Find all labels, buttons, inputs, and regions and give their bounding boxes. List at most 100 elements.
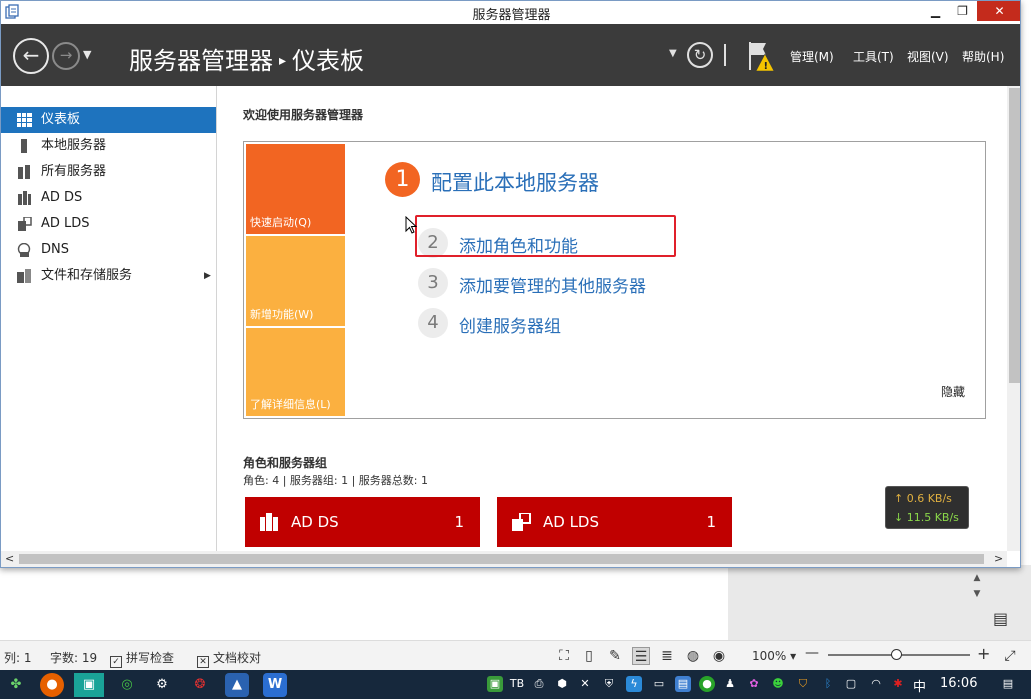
tray-tb-icon[interactable]: TB — [509, 676, 525, 692]
hide-link[interactable]: 隐藏 — [941, 383, 965, 400]
tray-window-icon[interactable]: ▢ — [843, 676, 859, 692]
sidebar-item-ad-lds[interactable]: AD LDS — [1, 211, 216, 237]
reading-mode-icon[interactable]: ▯ — [580, 647, 598, 665]
ime-indicator[interactable]: 中 — [913, 676, 926, 695]
firefox-icon[interactable]: ● — [40, 673, 64, 697]
web-view-icon[interactable]: ◍ — [684, 647, 702, 665]
tray-box-icon[interactable]: ⬢ — [554, 676, 570, 692]
ad-ds-icon — [260, 513, 278, 531]
zoom-value: 100% — [752, 649, 787, 663]
tile-learn-more[interactable]: 了解详细信息(L) — [246, 328, 345, 416]
wechat-icon[interactable]: ☻ — [770, 676, 786, 692]
step-4-badge: 4 — [418, 308, 448, 338]
refresh-icon[interactable]: ↻ — [687, 42, 713, 68]
fullscreen-icon[interactable]: ⛶ — [555, 647, 573, 665]
sidebar-item-file-storage[interactable]: 文件和存储服务 ▶ — [1, 263, 216, 289]
spell-check-button[interactable]: ✓ 拼写检查 — [110, 649, 174, 668]
back-button[interactable]: ← — [13, 38, 49, 74]
minimize-button[interactable]: ▁ — [922, 1, 949, 21]
tray-green-icon[interactable]: ● — [699, 676, 715, 692]
maximize-button[interactable]: ❐ — [949, 1, 976, 21]
settings-icon[interactable]: ⚙ — [150, 673, 174, 697]
notification-icon[interactable]: ▤ — [1000, 676, 1016, 692]
colorful-icon[interactable]: ✿ — [746, 676, 762, 692]
page-view-icon[interactable]: ☰ — [632, 647, 650, 665]
shield-icon[interactable]: ⛨ — [601, 676, 617, 692]
tray-blue-icon[interactable]: ▤ — [675, 676, 691, 692]
title-bar[interactable]: 服务器管理器 ▁ ❐ ✕ — [1, 1, 1020, 24]
word-document-area: ▲ ▼ ▤ — [0, 565, 1031, 640]
horizontal-scrollbar[interactable]: < > — [1, 551, 1007, 567]
zoom-in-button[interactable]: + — [977, 644, 990, 663]
scroll-right-icon[interactable]: > — [994, 552, 1003, 565]
image-viewer-icon[interactable]: ▲ — [225, 673, 249, 697]
close-button[interactable]: ✕ — [977, 1, 1020, 21]
qq-icon[interactable]: ♟ — [722, 676, 738, 692]
wifi-icon[interactable]: ◠ — [868, 676, 884, 692]
menu-tools[interactable]: 工具(T) — [853, 48, 894, 65]
horizontal-scrollbar-thumb[interactable] — [19, 554, 984, 564]
comment-icon[interactable]: ▤ — [993, 609, 1008, 628]
menu-view[interactable]: 视图(V) — [907, 48, 949, 65]
mute-icon[interactable]: ✕ — [577, 676, 593, 692]
proofread-button[interactable]: ✕ 文档校对 — [197, 649, 261, 668]
forward-button[interactable]: → — [52, 42, 80, 70]
clock[interactable]: 16:06 — [940, 676, 977, 691]
menu-manage[interactable]: 管理(M) — [790, 48, 834, 65]
fit-page-icon[interactable]: ⤢ — [1001, 647, 1019, 665]
scroll-left-icon[interactable]: < — [5, 552, 14, 565]
printer-icon[interactable]: ⎙ — [531, 676, 547, 692]
menu-help[interactable]: 帮助(H) — [962, 48, 1004, 65]
sidebar-item-dashboard[interactable]: 仪表板 — [1, 107, 216, 133]
char-count[interactable]: 字数: 19 — [50, 649, 97, 666]
history-dropdown-icon[interactable]: ▼ — [83, 48, 91, 61]
welcome-title: 欢迎使用服务器管理器 — [243, 108, 364, 122]
sidebar-item-all-servers[interactable]: 所有服务器 — [1, 159, 216, 185]
start-icon[interactable]: ✤ — [4, 673, 28, 697]
network-alert-icon[interactable]: ✱ — [890, 676, 906, 692]
create-server-group-link[interactable]: 创建服务器组 — [459, 312, 561, 337]
dns-icon — [17, 243, 31, 257]
tray-app-icon[interactable]: ▣ — [487, 676, 503, 692]
tile-whats-new[interactable]: 新增功能(W) — [246, 236, 345, 326]
server-manager-window: 服务器管理器 ▁ ❐ ✕ ← → ▼ 服务器管理器 ▸ 仪表板 ▼ ↻ ! 管理(M… — [0, 0, 1021, 568]
sidebar-item-label: AD LDS — [41, 216, 90, 231]
zoom-out-button[interactable]: — — [805, 645, 819, 661]
network-speed-widget[interactable]: ↑ 0.6 KB/s ↓ 11.5 KB/s — [885, 486, 969, 529]
sidebar-item-dns[interactable]: DNS — [1, 237, 216, 263]
wps-writer-icon[interactable]: W — [263, 673, 287, 697]
breadcrumb: 服务器管理器 ▸ 仪表板 — [129, 41, 364, 76]
refresh-dropdown-icon[interactable]: ▼ — [669, 48, 677, 59]
header-bar: ← → ▼ 服务器管理器 ▸ 仪表板 ▼ ↻ ! 管理(M) 工具(T) 视图(V)… — [1, 24, 1020, 86]
configure-local-server-link[interactable]: 配置此本地服务器 — [431, 167, 599, 197]
active-app-icon[interactable]: ▣ — [74, 673, 104, 697]
weibo-icon[interactable]: ❂ — [188, 673, 212, 697]
breadcrumb-root[interactable]: 服务器管理器 — [129, 47, 273, 75]
notification-flag-icon[interactable]: ! — [746, 40, 776, 72]
tile-quick-start[interactable]: 快速启动(Q) — [246, 144, 345, 234]
outline-view-icon[interactable]: ≣ — [658, 647, 676, 665]
edit-mode-icon[interactable]: ✎ — [606, 647, 624, 665]
eye-protect-icon[interactable]: ◉ — [710, 647, 728, 665]
step-1-badge: 1 — [385, 162, 420, 197]
sidebar-item-ad-ds[interactable]: AD DS — [1, 185, 216, 211]
expand-arrow-icon[interactable]: ▶ — [204, 263, 211, 289]
bluetooth-icon[interactable]: ᛒ — [820, 676, 836, 692]
role-card-ad-ds[interactable]: AD DS 1 — [245, 497, 480, 552]
ad-lds-icon — [18, 217, 32, 231]
page-down-icon[interactable]: ▼ — [971, 586, 983, 602]
screen: ▲ ▼ ▤ 列: 1 字数: 19 ✓ 拼写检查 ✕ 文档校对 ⛶ ▯ ✎ ☰ ≣ … — [0, 0, 1031, 699]
thunder-icon[interactable]: ϟ — [626, 676, 642, 692]
word-page[interactable] — [0, 565, 728, 640]
add-servers-link[interactable]: 添加要管理的其他服务器 — [459, 272, 646, 297]
page-up-icon[interactable]: ▲ — [971, 570, 983, 586]
security-icon[interactable]: ⛉ — [795, 676, 811, 692]
role-card-ad-lds[interactable]: AD LDS 1 — [497, 497, 732, 552]
chat-app-icon[interactable]: ◎ — [115, 673, 139, 697]
zoom-slider-thumb[interactable] — [891, 649, 902, 660]
vertical-scrollbar-thumb[interactable] — [1009, 88, 1020, 383]
ad-lds-icon — [512, 513, 531, 531]
zoom-level[interactable]: 100% ▾ — [752, 649, 796, 663]
sidebar-item-local-server[interactable]: 本地服务器 — [1, 133, 216, 159]
battery-icon[interactable]: ▭ — [651, 676, 667, 692]
